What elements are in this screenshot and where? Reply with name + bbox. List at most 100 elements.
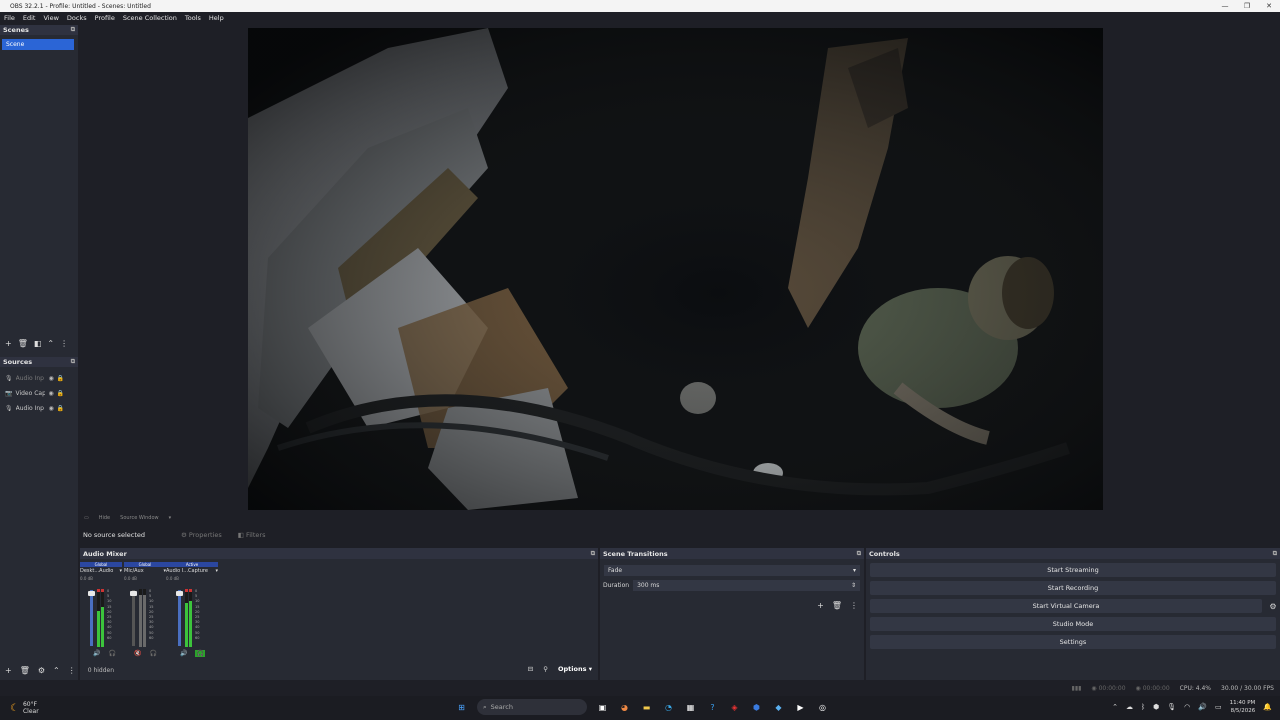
start-recording-button[interactable]: Start Recording	[870, 581, 1276, 595]
undock-icon[interactable]: ⧉	[1273, 550, 1277, 558]
layout-icon[interactable]: ⊟	[528, 665, 533, 673]
source-item[interactable]: 📷 Video Cap ◉ 🔒	[0, 386, 78, 401]
eye-icon[interactable]: ◉	[49, 405, 54, 412]
eye-icon[interactable]: ◉	[48, 390, 53, 397]
shield-tray-icon[interactable]: ⬢	[1153, 703, 1159, 711]
menu-view[interactable]: View	[43, 14, 58, 22]
options-button[interactable]: Options ▾	[558, 665, 592, 673]
antivirus-icon[interactable]: ◈	[728, 701, 741, 714]
fader-knob[interactable]	[88, 591, 95, 596]
fader-knob[interactable]	[130, 591, 137, 596]
link-icon[interactable]: ⚲	[543, 665, 548, 673]
volume-fader[interactable]	[130, 590, 137, 646]
video-preview[interactable]	[248, 28, 1103, 510]
options-label: Options	[557, 665, 587, 673]
remove-scene-icon[interactable]: 🗑	[18, 339, 28, 348]
notification-icon[interactable]: 🔔	[1263, 703, 1272, 711]
hide-icon[interactable]: ▭	[84, 515, 89, 521]
studio-mode-button[interactable]: Studio Mode	[870, 617, 1276, 631]
duration-label: Duration	[603, 582, 630, 589]
speaker-icon[interactable]: 🔊	[180, 650, 187, 657]
wifi-icon[interactable]: ◠	[1184, 703, 1190, 711]
lock-icon[interactable]: 🔒	[57, 390, 64, 397]
duration-input[interactable]: 300 ms ⇕	[633, 580, 860, 591]
scene-item[interactable]: Scene	[2, 39, 74, 50]
more-options-icon[interactable]: ⋮	[60, 339, 68, 348]
maximize-button[interactable]: ❐	[1236, 2, 1258, 10]
source-properties-icon[interactable]: ⚙	[38, 666, 45, 675]
edge-icon[interactable]: ◔	[662, 701, 675, 714]
menu-scene-collection[interactable]: Scene Collection	[123, 14, 177, 22]
task-view-icon[interactable]: ▣	[596, 701, 609, 714]
lock-icon[interactable]: 🔒	[57, 405, 64, 412]
chevron-down-icon[interactable]: ▾	[215, 568, 218, 574]
filters-button[interactable]: ◧ Filters	[238, 531, 266, 539]
menu-tools[interactable]: Tools	[185, 14, 201, 22]
cloud-icon[interactable]: ☁	[1126, 703, 1133, 711]
menu-profile[interactable]: Profile	[95, 14, 115, 22]
monitor-icon[interactable]: 🎧	[195, 650, 205, 657]
muted-speaker-icon[interactable]: 🔇	[134, 650, 141, 657]
chevron-down-icon[interactable]: ▾	[169, 515, 172, 521]
obs-icon[interactable]: ◎	[816, 701, 829, 714]
scene-filters-icon[interactable]: ◧	[34, 339, 42, 348]
taskbar-clock[interactable]: 11:40 PM 8/5/2026	[1230, 699, 1256, 715]
fader-knob[interactable]	[176, 591, 183, 596]
move-up-icon[interactable]: ⌃	[47, 339, 54, 348]
gear-icon[interactable]: ⚙	[1266, 602, 1280, 611]
monitor-icon[interactable]: 🎧	[149, 650, 156, 657]
start-virtual-camera-button[interactable]: Start Virtual Camera	[870, 599, 1262, 613]
start-streaming-button[interactable]: Start Streaming	[870, 563, 1276, 577]
store-icon[interactable]: ▦	[684, 701, 697, 714]
vpn-icon[interactable]: ◆	[772, 701, 785, 714]
volume-fader[interactable]	[176, 590, 183, 646]
source-item[interactable]: 🎙 Audio Inp ◉ 🔒	[0, 371, 78, 386]
scenes-header: Scenes ⧉	[0, 25, 78, 35]
weather-condition: Clear	[22, 708, 39, 715]
add-scene-icon[interactable]: +	[5, 339, 12, 348]
menu-file[interactable]: File	[4, 14, 15, 22]
menu-docks[interactable]: Docks	[67, 14, 87, 22]
bluetooth-icon[interactable]: ᛒ	[1141, 703, 1145, 711]
chevron-up-icon[interactable]: ⌃	[1112, 703, 1118, 711]
speaker-icon[interactable]: 🔊	[93, 650, 100, 657]
more-options-icon[interactable]: ⋮	[850, 601, 858, 610]
spinner-icon[interactable]: ⇕	[851, 582, 856, 589]
remove-source-icon[interactable]: 🗑	[20, 666, 30, 675]
volume-fader[interactable]	[88, 590, 95, 646]
chevron-down-icon[interactable]: ▾	[119, 568, 122, 574]
start-icon[interactable]: ⊞	[455, 701, 468, 714]
menu-help[interactable]: Help	[209, 14, 224, 22]
weather-widget[interactable]: ☾ 60°F Clear	[0, 701, 200, 715]
minimize-button[interactable]: —	[1214, 2, 1236, 10]
undock-icon[interactable]: ⧉	[71, 26, 75, 34]
settings-button[interactable]: Settings	[870, 635, 1276, 649]
add-transition-icon[interactable]: +	[817, 601, 824, 610]
menu-edit[interactable]: Edit	[23, 14, 36, 22]
more-options-icon[interactable]: ⋮	[68, 666, 76, 675]
undock-icon[interactable]: ⧉	[71, 358, 75, 366]
battery-icon[interactable]: ▭	[1215, 703, 1222, 711]
move-up-icon[interactable]: ⌃	[53, 666, 60, 675]
undock-icon[interactable]: ⧉	[857, 550, 861, 558]
taskbar-search[interactable]: ⌕ Search	[477, 699, 587, 715]
media-player-icon[interactable]: ▶	[794, 701, 807, 714]
properties-button[interactable]: ⚙ Properties	[181, 531, 222, 539]
microphone-icon[interactable]: 🎙	[1167, 703, 1176, 711]
add-source-icon[interactable]: +	[5, 666, 12, 675]
remove-transition-icon[interactable]: 🗑	[832, 601, 842, 610]
shield-icon[interactable]: ⬢	[750, 701, 763, 714]
window-title: OBS 32.2.1 - Profile: Untitled - Scenes:…	[10, 2, 151, 10]
chrome-icon[interactable]: ◕	[618, 701, 631, 714]
source-item[interactable]: 🎙 Audio Inp ◉ 🔒	[0, 401, 78, 416]
volume-icon[interactable]: 🔊	[1198, 703, 1207, 711]
help-icon[interactable]: ?	[706, 701, 719, 714]
close-button[interactable]: ✕	[1258, 2, 1280, 10]
file-explorer-icon[interactable]: ▬	[640, 701, 653, 714]
undock-icon[interactable]: ⧉	[591, 550, 595, 558]
properties-label: Properties	[188, 531, 222, 539]
lock-icon[interactable]: 🔒	[57, 375, 64, 382]
eye-icon[interactable]: ◉	[49, 375, 54, 382]
monitor-icon[interactable]: 🎧	[108, 650, 115, 657]
transition-select[interactable]: Fade ▾	[604, 565, 860, 576]
